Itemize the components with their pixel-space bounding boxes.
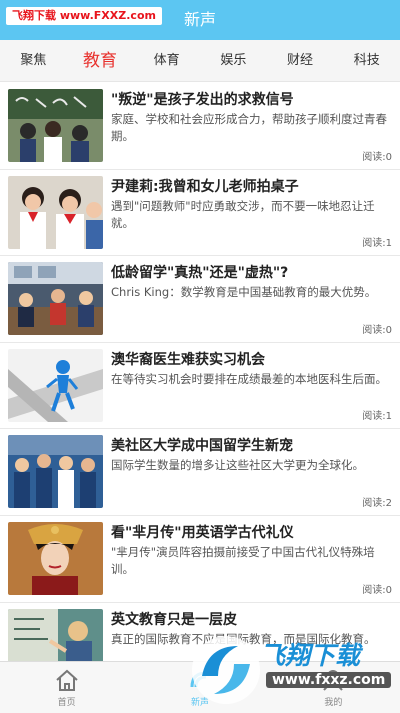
article-item[interactable]: 尹建莉:我曾和女儿老师拍桌子 遇到"问题教师"时应勇敢交涉，而不要一味地忍让迁就… <box>0 169 400 257</box>
article-title[interactable]: 美社区大学成中国留学生新宠 <box>111 435 391 455</box>
article-read-count: 阅读:1 <box>362 238 392 250</box>
article-description: 遇到"问题教师"时应勇敢交涉，而不要一味地忍让迁就。 <box>111 198 375 230</box>
article-thumbnail <box>8 262 103 336</box>
article-description: 家庭、学校和社会应形成合力，帮助孩子顺利度过青春期。 <box>111 112 387 143</box>
article-thumbnail <box>8 175 103 249</box>
article-description: 国际学生数量的增多让这些社区大学更为全球化。 <box>111 458 364 473</box>
article-item[interactable]: "叛逆"是孩子发出的求救信号 家庭、学校和社会应形成合力，帮助孩子顺利度过青春期… <box>0 83 400 170</box>
article-read-count: 阅读:0 <box>362 584 392 596</box>
article-title[interactable]: 澳华裔医生难获实习机会 <box>111 349 391 369</box>
article-item[interactable]: 看"芈月传"用英语学古代礼仪 "芈月传"演员阵容拍摄前接受了中国古代礼仪特殊培训… <box>0 515 400 603</box>
article-thumbnail <box>8 89 103 162</box>
tab-education[interactable]: 教育 <box>67 40 134 81</box>
article-title[interactable]: 尹建莉:我曾和女儿老师拍桌子 <box>111 176 391 196</box>
category-tabs: 聚焦 教育 体育 娱乐 财经 科技 <box>0 40 400 82</box>
article-thumbnail <box>8 348 103 422</box>
article-title[interactable]: 英文教育只是一层皮 <box>111 609 391 629</box>
header-bar: 飞翔下载 www.FXXZ.com 新声 <box>0 0 400 40</box>
article-list: "叛逆"是孩子发出的求救信号 家庭、学校和社会应形成合力，帮助孩子顺利度过青春期… <box>0 83 400 661</box>
article-read-count: 阅读:0 <box>362 151 392 163</box>
tab-sports[interactable]: 体育 <box>133 40 200 81</box>
watermark-text: 飞翔下载 <box>260 641 361 670</box>
watermark-logo: 飞翔下载 www.fxxz.com <box>188 632 394 708</box>
tab-finance[interactable]: 财经 <box>267 40 334 81</box>
article-item[interactable]: 美社区大学成中国留学生新宠 国际学生数量的增多让这些社区大学更为全球化。 阅读:… <box>0 429 400 516</box>
article-title[interactable]: "叛逆"是孩子发出的求救信号 <box>111 89 391 109</box>
watermark-swirl-icon <box>192 636 260 704</box>
article-item[interactable]: 澳华裔医生难获实习机会 在等待实习机会时要排在成绩最差的本地医科生后面。 阅读:… <box>0 342 400 430</box>
watermark-url: www.fxxz.com <box>266 672 392 688</box>
article-description: 在等待实习机会时要排在成绩最差的本地医科生后面。 <box>111 371 387 386</box>
article-item[interactable]: 低龄留学"真热"还是"虚热"? Chris King：数学教育是中国基础教育的最… <box>0 256 400 343</box>
tab-focus[interactable]: 聚焦 <box>0 40 67 81</box>
article-read-count: 阅读:1 <box>362 411 392 423</box>
article-thumbnail <box>8 435 103 509</box>
article-read-count: 阅读:0 <box>362 324 392 336</box>
app-title: 新声 <box>183 10 216 29</box>
article-title[interactable]: 低龄留学"真热"还是"虚热"? <box>111 262 391 282</box>
tab-entertainment[interactable]: 娱乐 <box>200 40 267 81</box>
article-title[interactable]: 看"芈月传"用英语学古代礼仪 <box>111 522 391 542</box>
article-description: "芈月传"演员阵容拍摄前接受了中国古代礼仪特殊培训。 <box>111 544 375 576</box>
article-thumbnail <box>8 521 103 595</box>
home-icon <box>55 669 78 691</box>
nav-home[interactable]: 首页 <box>0 662 133 713</box>
article-description: Chris King：数学教育是中国基础教育的最大优势。 <box>111 285 377 300</box>
nav-home-label: 首页 <box>57 698 76 708</box>
tab-tech[interactable]: 科技 <box>333 40 400 81</box>
article-read-count: 阅读:2 <box>362 497 392 509</box>
article-thumbnail <box>8 608 103 661</box>
